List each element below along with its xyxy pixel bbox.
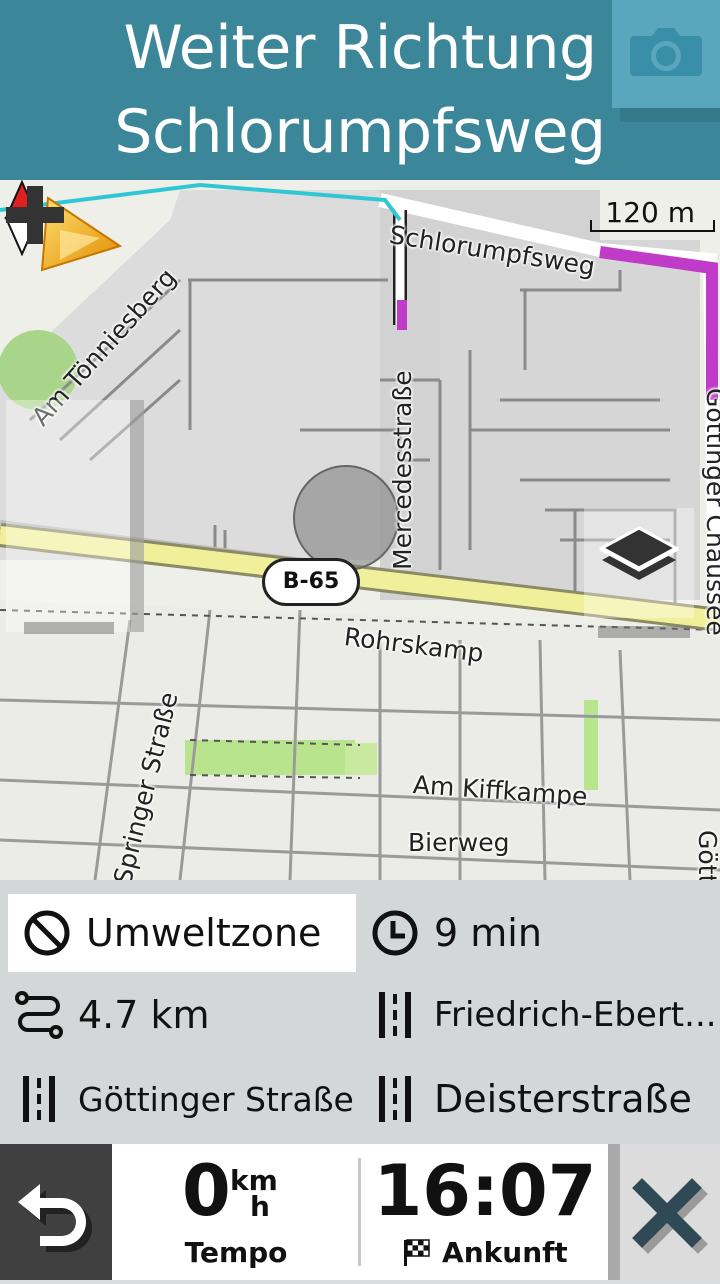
back-arrow-icon bbox=[18, 1184, 92, 1252]
street-1-name: Friedrich-Ebert... bbox=[433, 995, 716, 1035]
map-scale: 120 m bbox=[590, 190, 715, 232]
street-label-goettinger-chaussee: Göttinger Chaussee bbox=[701, 388, 720, 636]
street-2-name: Göttinger Straße bbox=[78, 1079, 354, 1119]
clock-icon bbox=[372, 910, 418, 956]
distance-value: 4.7 km bbox=[78, 993, 210, 1037]
road-icon bbox=[379, 1076, 411, 1122]
checkered-flag-icon bbox=[404, 1239, 431, 1266]
scale-tick-left bbox=[590, 220, 592, 232]
scale-line bbox=[590, 230, 715, 232]
map-layers-button[interactable] bbox=[584, 508, 694, 618]
trip-info-panel: Umweltzone 9 min 4.7 km Friedrich-Ebert.… bbox=[0, 880, 720, 1144]
time-remaining-value: 9 min bbox=[434, 911, 542, 955]
scale-tick-right bbox=[713, 220, 715, 232]
street-label-bierweg: Bierweg bbox=[408, 828, 510, 857]
layers-divider bbox=[598, 626, 690, 638]
speed-value: 0 bbox=[182, 1150, 231, 1232]
arrival-display: 16:07 Ankunft bbox=[362, 1144, 608, 1280]
street-3-name: Deisterstraße bbox=[434, 1077, 692, 1121]
speed-label: Tempo bbox=[184, 1236, 288, 1269]
arrival-caption: Ankunft bbox=[362, 1236, 608, 1269]
camera-button-shadow bbox=[620, 108, 720, 122]
layers-icon bbox=[598, 526, 680, 580]
zoom-divider bbox=[24, 622, 114, 634]
prohibited-icon bbox=[24, 910, 70, 956]
zoom-controls bbox=[6, 400, 144, 632]
zoom-out-button[interactable] bbox=[0, 180, 70, 250]
road-icon bbox=[23, 1076, 55, 1122]
instruction-banner: Weiter Richtung Schlorumpfsweg bbox=[0, 0, 720, 180]
close-button[interactable] bbox=[608, 1144, 720, 1280]
street-label-mercedesstrasse: Mercedesstraße bbox=[388, 370, 417, 570]
route-distance-icon bbox=[15, 991, 63, 1039]
street-field-3[interactable]: Deisterstraße bbox=[356, 1060, 716, 1138]
environment-zone-field[interactable]: Umweltzone bbox=[8, 894, 356, 972]
scale-label: 120 m bbox=[605, 196, 695, 229]
speed-unit-bottom: h bbox=[250, 1190, 270, 1223]
time-remaining-field[interactable]: 9 min bbox=[356, 894, 716, 972]
bottom-bar: 0 km h Tempo 16:07 Ankunft bbox=[0, 1144, 720, 1280]
back-button[interactable] bbox=[0, 1144, 112, 1280]
street-field-1[interactable]: Friedrich-Ebert... bbox=[356, 976, 716, 1054]
road-icon bbox=[378, 992, 411, 1038]
camera-button[interactable] bbox=[612, 0, 720, 108]
street-label-goett: Gött bbox=[693, 830, 720, 880]
camera-icon bbox=[630, 28, 702, 76]
close-icon bbox=[632, 1178, 708, 1254]
distance-field[interactable]: 4.7 km bbox=[0, 976, 356, 1054]
arrival-label: Ankunft bbox=[442, 1236, 568, 1269]
environment-zone-label: Umweltzone bbox=[86, 911, 322, 955]
speed-display: 0 km h Tempo bbox=[112, 1144, 360, 1280]
arrival-time: 16:07 bbox=[373, 1150, 597, 1232]
road-shield-b65: B-65 bbox=[262, 558, 360, 606]
street-field-2[interactable]: Göttinger Straße bbox=[0, 1060, 356, 1138]
bottom-divider bbox=[358, 1158, 361, 1266]
map-view[interactable]: Am Tönniesberg Schlorumpfsweg Mercedesst… bbox=[0, 180, 720, 880]
